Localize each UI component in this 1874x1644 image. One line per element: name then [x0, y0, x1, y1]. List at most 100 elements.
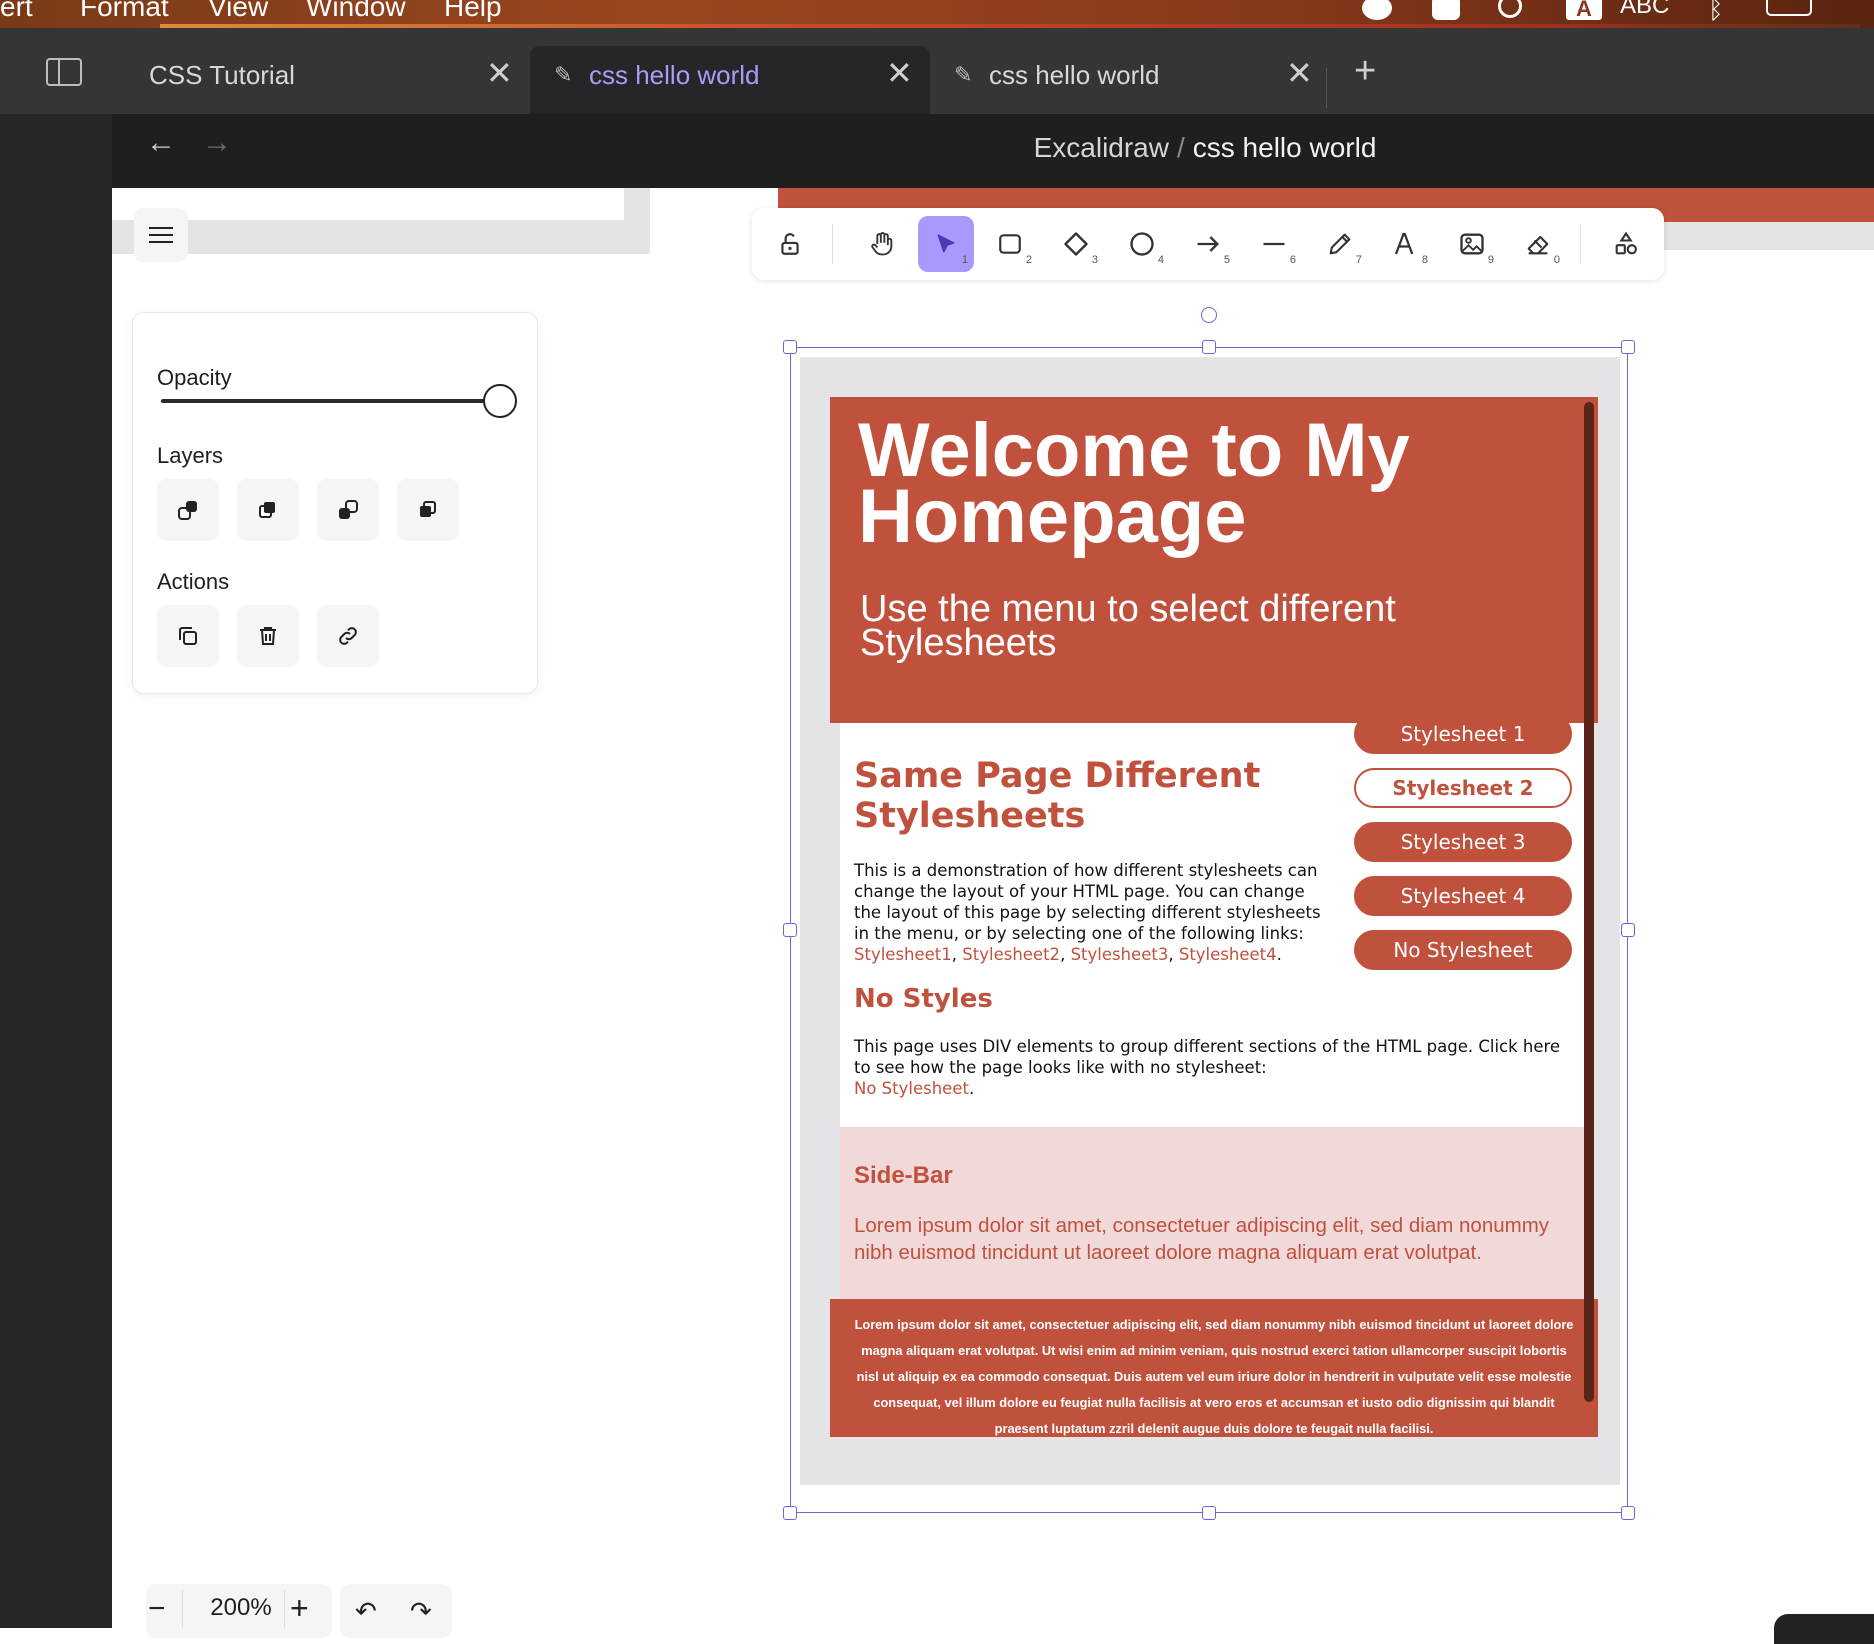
opacity-slider-thumb[interactable] [483, 384, 517, 418]
tool-selection[interactable]: 1 [918, 216, 974, 272]
text-icon [1394, 232, 1414, 255]
tool-key: 0 [1553, 254, 1560, 266]
browser-sidebar [0, 114, 112, 1628]
tool-ellipse[interactable]: 4 [1114, 216, 1170, 272]
selection-box[interactable] [790, 347, 1628, 1513]
tool-line[interactable]: 6 [1246, 216, 1302, 272]
tool-key: 3 [1091, 254, 1098, 266]
shapes-toolbar: 1 2 3 4 5 6 7 8 9 0 [752, 208, 1664, 280]
line-app-icon[interactable] [1362, 0, 1392, 20]
excalidraw-tab-icon: ✎ [954, 62, 973, 87]
tool-text[interactable]: 8 [1378, 216, 1434, 272]
toolbar-divider [1580, 224, 1581, 264]
resize-handle-ne[interactable] [1621, 340, 1635, 354]
ellipse-icon [1130, 232, 1154, 256]
opacity-label: Opacity [157, 365, 232, 390]
canvas-element-fragment [1664, 222, 1874, 250]
redo-icon[interactable]: ↷ [410, 1596, 432, 1627]
bring-to-front-button[interactable] [397, 479, 459, 541]
play-circle-icon[interactable] [1498, 0, 1522, 18]
resize-handle-sw[interactable] [783, 1506, 797, 1520]
rotation-handle[interactable] [1201, 307, 1217, 323]
trash-icon [260, 627, 276, 645]
pointer-arrow-icon [937, 234, 955, 253]
canvas-element-fragment-inner [112, 188, 624, 220]
send-to-back-button[interactable] [157, 479, 219, 541]
tool-image[interactable]: 9 [1444, 216, 1500, 272]
pencil-icon [1329, 233, 1351, 255]
bluetooth-icon[interactable]: ᛒ [1708, 0, 1724, 25]
tab-css-hello-world[interactable]: css hello world [989, 60, 1160, 91]
rectangle-icon [999, 234, 1021, 254]
tab-css-tutorial[interactable]: CSS Tutorial [149, 60, 295, 91]
duplicate-button[interactable] [157, 605, 219, 667]
checkmark-app-icon[interactable] [1432, 0, 1460, 20]
tab-close-icon[interactable]: ✕ [886, 57, 913, 89]
tool-key: 2 [1025, 254, 1032, 266]
menu-window[interactable]: Window [306, 0, 406, 23]
resize-handle-n[interactable] [1202, 340, 1216, 354]
resize-handle-e[interactable] [1621, 923, 1635, 937]
tool-hand[interactable] [854, 216, 910, 272]
zoom-in-button[interactable]: + [290, 1590, 309, 1627]
menu-help[interactable]: Help [444, 0, 502, 23]
tab-close-icon[interactable]: ✕ [486, 57, 513, 89]
undo-icon[interactable]: ↶ [355, 1596, 377, 1627]
tool-more-shapes[interactable] [1598, 216, 1654, 272]
toolbar-divider [832, 224, 833, 264]
resize-handle-se[interactable] [1621, 1506, 1635, 1520]
zoom-divider [182, 1590, 183, 1628]
opacity-slider-track[interactable] [161, 399, 501, 403]
bring-to-front-icon [420, 501, 436, 517]
tool-arrow[interactable]: 5 [1180, 216, 1236, 272]
help-corner-fragment [1774, 1614, 1874, 1644]
breadcrumb: Excalidraw / css hello world [0, 132, 1874, 164]
breadcrumb-parent[interactable]: Excalidraw [1034, 132, 1169, 163]
delete-button[interactable] [237, 605, 299, 667]
sidebar-toggle-icon[interactable] [46, 58, 82, 86]
battery-icon[interactable] [1766, 0, 1812, 16]
actions-label: Actions [157, 569, 230, 594]
tool-key: 4 [1157, 254, 1164, 266]
tool-lock[interactable] [762, 216, 818, 272]
tool-key: 9 [1487, 254, 1494, 266]
zoom-level[interactable]: 200% [196, 1594, 286, 1622]
bring-forward-icon [339, 500, 358, 519]
new-tab-plus-icon[interactable]: + [1354, 50, 1376, 93]
tab-close-icon[interactable]: ✕ [1286, 57, 1313, 89]
zoom-divider [284, 1590, 285, 1628]
send-backward-icon [259, 502, 275, 518]
eraser-icon [1527, 235, 1549, 255]
image-icon [1460, 233, 1484, 255]
send-backward-button[interactable] [237, 479, 299, 541]
duplicate-icon [179, 627, 197, 645]
properties-panel: Opacity Layers Actions [132, 312, 538, 694]
diamond-icon [1064, 232, 1088, 256]
menu-insert[interactable]: sert [0, 0, 33, 23]
tool-draw[interactable]: 7 [1312, 216, 1368, 272]
layers-label: Layers [157, 443, 224, 468]
input-source-icon[interactable]: A [1566, 0, 1602, 21]
menu-view[interactable]: View [208, 0, 268, 23]
line-icon [1263, 242, 1285, 246]
menu-format[interactable]: Format [80, 0, 169, 23]
resize-handle-w[interactable] [783, 923, 797, 937]
link-button[interactable] [317, 605, 379, 667]
tool-eraser[interactable]: 0 [1510, 216, 1566, 272]
resize-handle-s[interactable] [1202, 1506, 1216, 1520]
hand-icon [871, 232, 893, 256]
link-icon [339, 627, 357, 645]
shapes-library-icon [1615, 231, 1637, 255]
input-source-label: ABC [1620, 0, 1670, 19]
zoom-out-button[interactable]: − [148, 1592, 166, 1626]
excalidraw-tab-icon: ✎ [554, 62, 573, 87]
main-menu-button[interactable] [134, 208, 188, 262]
tool-key: 6 [1289, 254, 1296, 266]
bring-forward-button[interactable] [317, 479, 379, 541]
send-to-back-icon [178, 501, 197, 520]
hamburger-icon [149, 222, 173, 248]
resize-handle-nw[interactable] [783, 340, 797, 354]
tool-rectangle[interactable]: 2 [982, 216, 1038, 272]
tab-css-hello-world-active[interactable]: css hello world [589, 60, 760, 91]
tool-diamond[interactable]: 3 [1048, 216, 1104, 272]
